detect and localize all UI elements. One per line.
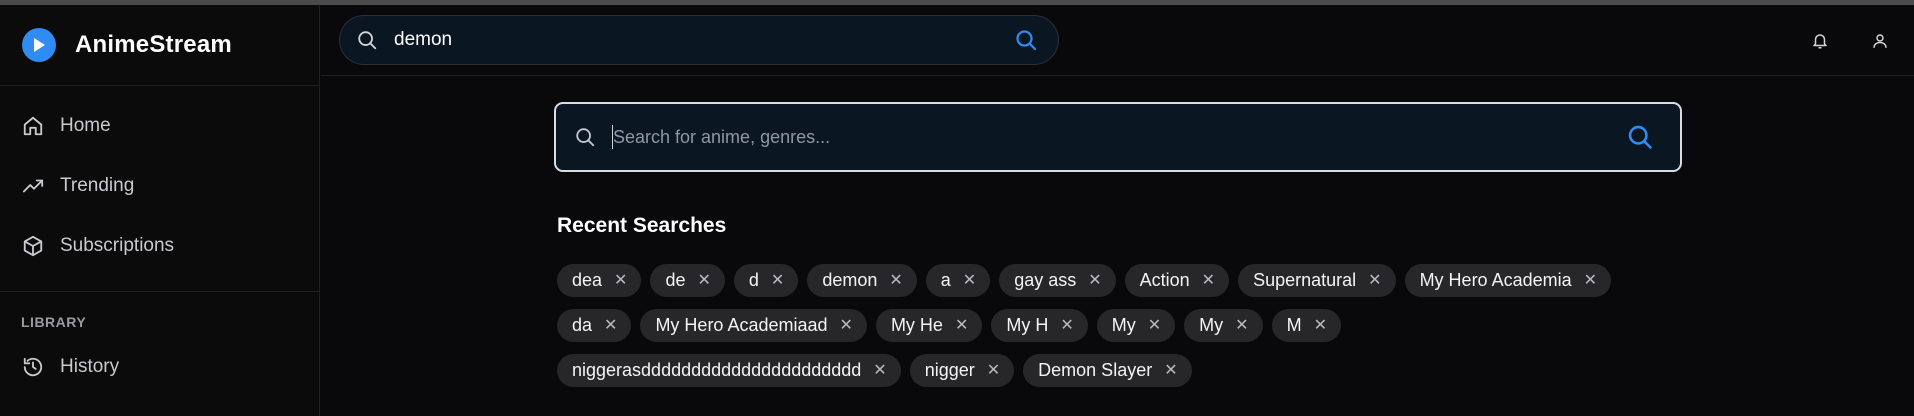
close-icon[interactable]: ✕ <box>697 272 710 289</box>
sidebar-item-label: Subscriptions <box>60 235 175 256</box>
close-icon[interactable]: ✕ <box>840 317 853 334</box>
close-icon[interactable]: ✕ <box>1314 317 1327 334</box>
close-icon[interactable]: ✕ <box>1584 272 1597 289</box>
sidebar-item-trending[interactable]: Trending <box>0 156 319 216</box>
recent-search-chip[interactable]: de ✕ <box>650 264 725 297</box>
recent-search-chip[interactable]: niggerasdddddddddddddddddddddd ✕ <box>557 354 901 387</box>
close-icon[interactable]: ✕ <box>1202 272 1215 289</box>
recent-search-chip[interactable]: Supernatural ✕ <box>1238 264 1396 297</box>
close-icon[interactable]: ✕ <box>771 272 784 289</box>
close-icon[interactable]: ✕ <box>963 272 976 289</box>
recent-search-term: nigger <box>924 360 975 380</box>
recent-search-term: My <box>1111 315 1136 335</box>
close-icon[interactable]: ✕ <box>1164 362 1177 379</box>
close-icon[interactable]: ✕ <box>955 317 968 334</box>
header-search-submit-icon[interactable] <box>1012 26 1040 54</box>
recent-search-term: a <box>940 270 951 290</box>
recent-search-chip[interactable]: My H ✕ <box>991 309 1088 342</box>
sidebar-item-label: Home <box>60 115 111 136</box>
recent-searches-heading: Recent Searches <box>557 214 727 237</box>
recent-search-chip[interactable]: d ✕ <box>733 264 799 297</box>
recent-search-chip[interactable]: My ✕ <box>1184 309 1263 342</box>
close-icon[interactable]: ✕ <box>1235 317 1248 334</box>
sidebar-item-history[interactable]: History <box>0 337 319 397</box>
play-logo-icon <box>22 28 56 62</box>
sidebar-item-label: Trending <box>60 175 135 196</box>
recent-search-chip[interactable]: nigger ✕ <box>909 354 1015 387</box>
sidebar: AnimeStream Home Trending Subscriptions … <box>0 5 320 416</box>
sidebar-item-label: History <box>60 356 120 377</box>
recent-search-chip[interactable]: My ✕ <box>1096 309 1176 342</box>
recent-search-term: M <box>1286 315 1302 335</box>
recent-search-term: gay ass <box>1014 270 1077 290</box>
recent-search-chip[interactable]: Demon Slayer ✕ <box>1023 354 1192 387</box>
recent-search-term: My H <box>1006 315 1049 335</box>
recent-search-term: Demon Slayer <box>1038 360 1153 380</box>
recent-search-term: My Hero Academiaad <box>655 315 828 335</box>
recent-searches-list: dea ✕ de ✕ d ✕ demon ✕ a ✕ gay ass ✕ Action ✕ Supernat… <box>557 264 1687 387</box>
main-search-box <box>554 102 1682 172</box>
recent-search-chip[interactable]: a ✕ <box>925 264 991 297</box>
recent-search-chip[interactable]: M ✕ <box>1271 309 1341 342</box>
top-header: demon <box>321 5 1914 76</box>
recent-search-term: My <box>1199 315 1224 335</box>
header-search-input[interactable]: demon <box>394 29 1012 51</box>
recent-search-term: niggerasdddddddddddddddddddddd <box>572 360 862 380</box>
library-section-label: LIBRARY <box>21 314 87 330</box>
recent-search-term: d <box>748 270 759 290</box>
close-icon[interactable]: ✕ <box>1148 317 1161 334</box>
recent-search-term: demon <box>822 270 878 290</box>
close-icon[interactable]: ✕ <box>614 272 627 289</box>
close-icon[interactable]: ✕ <box>1368 272 1381 289</box>
sidebar-nav: Home Trending Subscriptions <box>0 86 319 276</box>
search-icon <box>574 124 600 150</box>
trending-icon <box>20 173 46 199</box>
search-icon <box>356 28 380 52</box>
recent-search-term: My He <box>890 315 943 335</box>
recent-search-term: dea <box>572 270 603 290</box>
main-search-submit-icon[interactable] <box>1624 121 1656 153</box>
recent-search-term: de <box>665 270 686 290</box>
recent-search-chip[interactable]: dea ✕ <box>557 264 642 297</box>
recent-search-chip[interactable]: gay ass ✕ <box>999 264 1116 297</box>
main-search-input[interactable] <box>612 125 1624 149</box>
close-icon[interactable]: ✕ <box>889 272 902 289</box>
home-icon <box>20 113 46 139</box>
bell-icon[interactable] <box>1808 29 1832 53</box>
recent-search-term: My Hero Academia <box>1419 270 1572 290</box>
close-icon[interactable]: ✕ <box>1060 317 1073 334</box>
history-icon <box>20 354 46 380</box>
close-icon[interactable]: ✕ <box>1088 272 1101 289</box>
recent-search-chip[interactable]: da ✕ <box>557 309 632 342</box>
box-icon <box>20 233 46 259</box>
brand[interactable]: AnimeStream <box>0 5 319 86</box>
recent-search-term: da <box>572 315 593 335</box>
close-icon[interactable]: ✕ <box>604 317 617 334</box>
recent-search-chip[interactable]: My Hero Academiaad ✕ <box>640 309 867 342</box>
sidebar-item-subscriptions[interactable]: Subscriptions <box>0 216 319 276</box>
brand-name: AnimeStream <box>75 31 232 58</box>
recent-search-chip[interactable]: My Hero Academia ✕ <box>1404 264 1612 297</box>
recent-search-chip[interactable]: My He ✕ <box>875 309 983 342</box>
recent-search-term: Action <box>1139 270 1190 290</box>
close-icon[interactable]: ✕ <box>987 362 1000 379</box>
recent-search-term: Supernatural <box>1253 270 1357 290</box>
user-icon[interactable] <box>1868 29 1892 53</box>
recent-search-chip[interactable]: demon ✕ <box>807 264 917 297</box>
header-search-bar[interactable]: demon <box>339 15 1059 65</box>
recent-search-chip[interactable]: Action ✕ <box>1124 264 1230 297</box>
sidebar-item-home[interactable]: Home <box>0 96 319 156</box>
close-icon[interactable]: ✕ <box>873 362 886 379</box>
